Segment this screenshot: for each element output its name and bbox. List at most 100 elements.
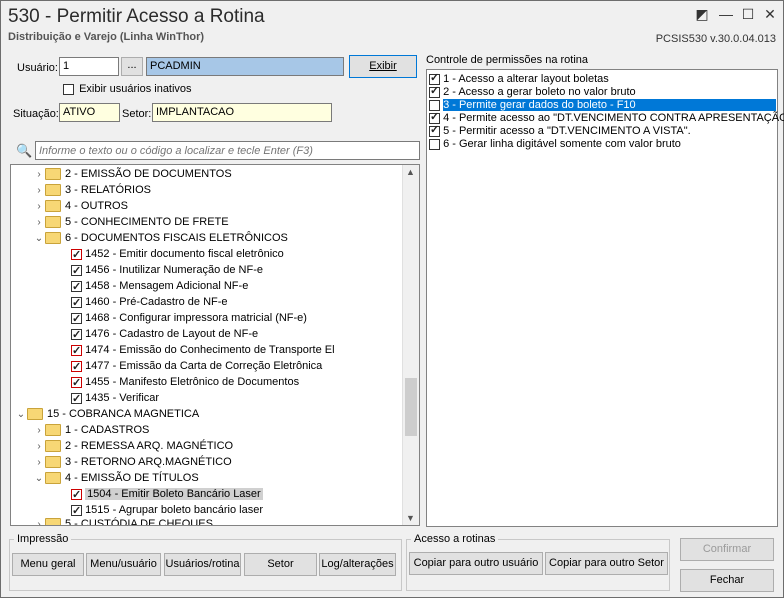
tree-leaf[interactable]: 1458 - Mensagem Adicional NF-e bbox=[71, 278, 249, 295]
tree-node[interactable]: ⌄ 4 - EMISSÃO DE TÍTULOS bbox=[33, 470, 199, 486]
collapse-icon[interactable]: ⌄ bbox=[33, 231, 45, 247]
usuario-name-field: PCADMIN bbox=[146, 57, 344, 76]
confirmar-button[interactable]: Confirmar bbox=[680, 538, 774, 561]
log-alteracoes-button[interactable]: Log/alterações bbox=[319, 553, 396, 576]
tree-leaf[interactable]: 1460 - Pré-Cadastro de NF-e bbox=[71, 294, 228, 311]
tree-leaf[interactable]: 1456 - Inutilizar Numeração de NF-e bbox=[71, 262, 263, 279]
routine-tree[interactable]: › 2 - EMISSÃO DE DOCUMENTOS › 3 - RELATÓRI… bbox=[10, 164, 420, 526]
menu-geral-button[interactable]: Menu geral bbox=[12, 553, 84, 576]
expand-icon[interactable]: › bbox=[33, 423, 45, 439]
collapse-icon[interactable]: ⌄ bbox=[15, 407, 27, 423]
permission-checkbox[interactable] bbox=[429, 111, 440, 124]
fechar-button[interactable]: Fechar bbox=[680, 569, 774, 592]
usuario-code-input[interactable]: 1 bbox=[59, 57, 119, 76]
menu-usuario-button[interactable]: Menu/usuário bbox=[86, 553, 161, 576]
folder-icon bbox=[45, 168, 61, 181]
permission-item-selected[interactable]: 3 - Permite gerar dados do boleto - F10 bbox=[429, 99, 776, 112]
exibir-button[interactable]: Exibir bbox=[349, 55, 417, 78]
setor-button[interactable]: Setor bbox=[244, 553, 317, 576]
situacao-label: Situação: bbox=[13, 108, 59, 120]
search-input[interactable] bbox=[35, 141, 420, 160]
close-icon[interactable]: ✕ bbox=[760, 6, 780, 23]
routine-checkbox[interactable] bbox=[71, 327, 82, 343]
tree-leaf[interactable]: 1455 - Manifesto Eletrônico de Documento… bbox=[71, 374, 300, 391]
folder-icon bbox=[45, 200, 61, 213]
routine-checkbox[interactable] bbox=[71, 391, 82, 407]
browse-user-button[interactable]: ... bbox=[121, 57, 143, 76]
tree-node-label: 2 - EMISSÃO DE DOCUMENTOS bbox=[65, 168, 232, 180]
permission-checkbox[interactable] bbox=[429, 72, 440, 85]
routine-checkbox[interactable] bbox=[71, 503, 82, 519]
routine-checkbox[interactable] bbox=[71, 311, 82, 327]
permission-item[interactable]: 5 - Permitir acesso a "DT.VENCIMENTO A V… bbox=[429, 124, 691, 138]
tree-node[interactable]: › 4 - OUTROS bbox=[33, 198, 128, 214]
permission-item[interactable]: 1 - Acesso a alterar layout boletas bbox=[429, 72, 609, 86]
routine-checkbox[interactable] bbox=[71, 247, 82, 263]
tree-leaf-selected[interactable]: 1504 - Emitir Boleto Bancário Laser bbox=[71, 486, 263, 503]
tree-node[interactable]: › 2 - REMESSA ARQ. MAGNÉTICO bbox=[33, 438, 233, 454]
tree-leaf[interactable]: 1468 - Configurar impressora matricial (… bbox=[71, 310, 307, 327]
minimize-icon[interactable]: — bbox=[716, 6, 736, 22]
collapse-icon[interactable]: ⌄ bbox=[33, 471, 45, 487]
routine-checkbox[interactable] bbox=[71, 487, 82, 503]
tree-node[interactable]: › 5 - CONHECIMENTO DE FRETE bbox=[33, 214, 229, 230]
tree-node[interactable]: › 5 - CUSTÓDIA DE CHEQUES bbox=[33, 516, 213, 525]
tree-leaf[interactable]: 1452 - Emitir documento fiscal eletrônic… bbox=[71, 246, 284, 263]
tree-leaf-label: 1504 - Emitir Boleto Bancário Laser bbox=[85, 488, 263, 500]
tree-node[interactable]: ⌄ 6 - DOCUMENTOS FISCAIS ELETRÔNICOS bbox=[33, 230, 288, 246]
tree-scrollbar[interactable]: ▲ ▼ bbox=[402, 165, 419, 525]
permission-item[interactable]: 6 - Gerar linha digitável somente com va… bbox=[429, 138, 681, 151]
routine-checkbox[interactable] bbox=[71, 343, 82, 359]
scroll-down-icon[interactable]: ▼ bbox=[406, 513, 415, 523]
inativos-checkbox[interactable] bbox=[63, 83, 74, 95]
tree-leaf-label: 1476 - Cadastro de Layout de NF-e bbox=[85, 328, 259, 340]
scroll-up-icon[interactable]: ▲ bbox=[406, 167, 415, 177]
expand-icon[interactable]: › bbox=[33, 199, 45, 215]
routine-checkbox[interactable] bbox=[71, 359, 82, 375]
tree-node[interactable]: › 1 - CADASTROS bbox=[33, 422, 149, 438]
restore-icon[interactable]: ◩ bbox=[692, 6, 712, 23]
permission-checkbox[interactable] bbox=[429, 85, 440, 98]
expand-icon[interactable]: › bbox=[33, 455, 45, 471]
expand-icon[interactable]: › bbox=[33, 439, 45, 455]
permission-item[interactable]: 4 - Permite acesso ao "DT.VENCIMENTO CON… bbox=[429, 111, 784, 125]
permission-label: 5 - Permitir acesso a "DT.VENCIMENTO A V… bbox=[443, 125, 691, 137]
permissions-title: Controle de permissões na rotina bbox=[426, 54, 589, 66]
permission-label: 6 - Gerar linha digitável somente com va… bbox=[443, 138, 681, 150]
maximize-icon[interactable]: ☐ bbox=[738, 6, 758, 23]
tree-leaf[interactable]: 1435 - Verificar bbox=[71, 390, 159, 407]
permission-checkbox[interactable] bbox=[429, 138, 440, 150]
tree-node[interactable]: › 3 - RETORNO ARQ.MAGNÉTICO bbox=[33, 454, 232, 470]
tree-leaf[interactable]: 1477 - Emissão da Carta de Correção Elet… bbox=[71, 358, 322, 375]
scroll-thumb[interactable] bbox=[405, 378, 417, 436]
permission-checkbox[interactable] bbox=[429, 99, 440, 111]
tree-leaf[interactable]: 1474 - Emissão do Conhecimento de Transp… bbox=[71, 342, 335, 359]
inativos-checkbox-wrap[interactable]: Exibir usuários inativos bbox=[63, 83, 192, 95]
tree-leaf[interactable]: 1476 - Cadastro de Layout de NF-e bbox=[71, 326, 259, 343]
acesso-title: Acesso a rotinas bbox=[411, 533, 499, 545]
tree-node[interactable]: › 2 - EMISSÃO DE DOCUMENTOS bbox=[33, 166, 232, 182]
copy-setor-button[interactable]: Copiar para outro Setor bbox=[545, 552, 668, 575]
tree-node[interactable]: › 3 - RELATÓRIOS bbox=[33, 182, 151, 198]
tree-node-label: 2 - REMESSA ARQ. MAGNÉTICO bbox=[65, 440, 234, 452]
usuarios-rotina-button[interactable]: Usuários/rotina bbox=[164, 553, 241, 576]
copy-user-button[interactable]: Copiar para outro usuário bbox=[409, 552, 543, 575]
routine-checkbox[interactable] bbox=[71, 279, 82, 295]
folder-icon bbox=[45, 216, 61, 229]
expand-icon[interactable]: › bbox=[33, 167, 45, 183]
expand-icon[interactable]: › bbox=[33, 183, 45, 199]
routine-checkbox[interactable] bbox=[71, 263, 82, 279]
permission-item[interactable]: 2 - Acesso a gerar boleto no valor bruto bbox=[429, 85, 636, 99]
expand-icon[interactable]: › bbox=[33, 517, 45, 525]
search-icon: 🔍 bbox=[16, 143, 33, 158]
permissions-list[interactable]: 1 - Acesso a alterar layout boletas 2 - … bbox=[426, 69, 784, 527]
tree-node[interactable]: ⌄ 15 - COBRANCA MAGNETICA bbox=[15, 406, 199, 422]
permission-checkbox[interactable] bbox=[429, 124, 440, 137]
routine-checkbox[interactable] bbox=[71, 375, 82, 391]
permission-label: 1 - Acesso a alterar layout boletas bbox=[443, 73, 609, 85]
tree-leaf-label: 1455 - Manifesto Eletrônico de Documento… bbox=[85, 376, 300, 388]
routine-checkbox[interactable] bbox=[71, 295, 82, 311]
tree-node-label: 1 - CADASTROS bbox=[65, 424, 150, 436]
tree-leaf-label: 1458 - Mensagem Adicional NF-e bbox=[85, 280, 249, 292]
expand-icon[interactable]: › bbox=[33, 215, 45, 231]
